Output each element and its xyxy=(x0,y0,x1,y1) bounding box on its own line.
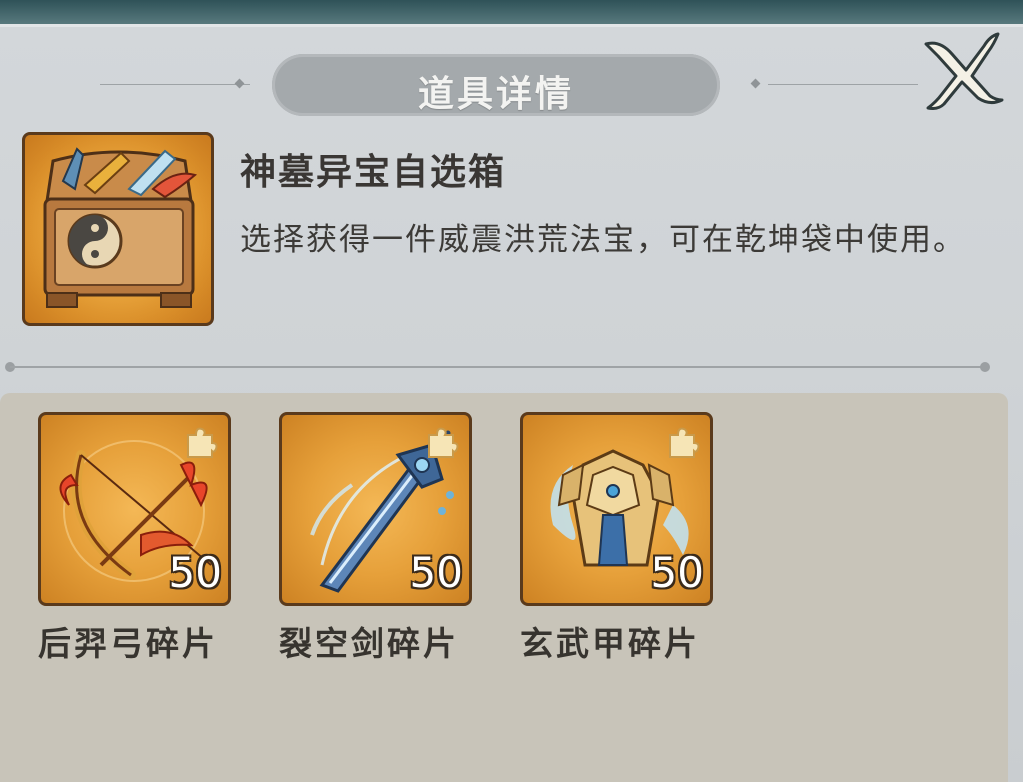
item-name: 神墓异宝自选箱 xyxy=(240,151,507,193)
fragment-count: 50 xyxy=(168,548,222,597)
fragment-item-bow[interactable]: 50 xyxy=(38,412,231,606)
fragment-item-sword[interactable]: 50 xyxy=(279,412,472,606)
title-deco-line-left xyxy=(100,84,250,85)
divider-dot-right xyxy=(980,362,990,372)
fragment-puzzle-icon xyxy=(187,427,218,458)
fragment-count: 50 xyxy=(409,548,463,597)
section-divider xyxy=(10,366,988,368)
fragment-puzzle-icon xyxy=(669,427,700,458)
fragment-name-bow: 后羿弓碎片 xyxy=(38,624,218,663)
fragment-name-sword: 裂空剑碎片 xyxy=(279,624,459,663)
title-banner: 道具详情 xyxy=(272,54,720,116)
fragment-name-armor: 玄武甲碎片 xyxy=(520,624,700,663)
fragment-puzzle-icon xyxy=(428,427,459,458)
treasure-chest-icon xyxy=(25,135,211,323)
item-description: 选择获得一件威震洪荒法宝，可在乾坤袋中使用。 xyxy=(240,222,966,258)
top-edge-band xyxy=(0,0,1023,26)
title-deco-line-right xyxy=(768,84,918,85)
dialog-title: 道具详情 xyxy=(417,73,574,115)
fragment-item-armor[interactable]: 50 xyxy=(520,412,713,606)
fragment-count: 50 xyxy=(650,548,704,597)
close-button[interactable] xyxy=(918,26,1004,110)
item-icon-frame xyxy=(22,132,214,326)
close-icon xyxy=(924,32,1004,110)
